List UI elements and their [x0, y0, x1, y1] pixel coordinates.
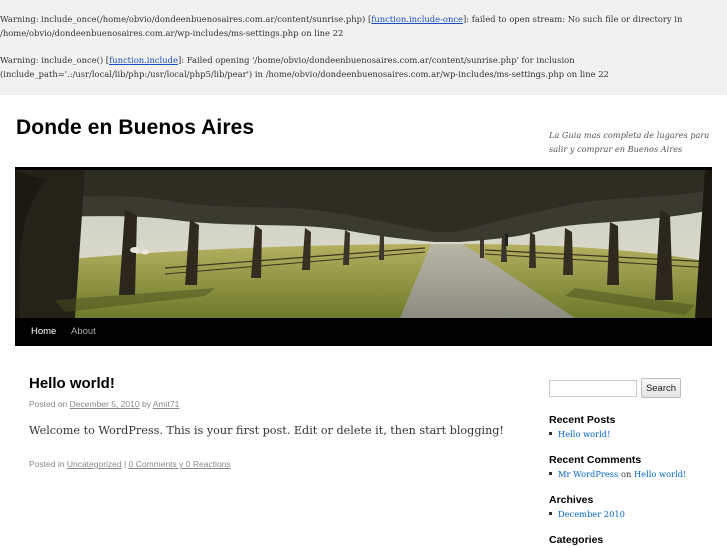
archive-link[interactable]: December 2010	[558, 509, 625, 519]
warning-function-link[interactable]: function.include-once	[371, 14, 463, 24]
recent-post-item: Hello world!	[549, 429, 610, 439]
post-author-link[interactable]: Amit71	[153, 399, 179, 409]
recent-posts-title: Recent Posts	[549, 414, 616, 426]
post-meta-by: by	[141, 399, 151, 409]
recent-comment-item: Mr WordPress on Hello world!	[549, 469, 686, 479]
search-input[interactable]	[549, 380, 637, 397]
recent-comments-title: Recent Comments	[549, 454, 642, 466]
php-warning-area: Warning: include_once(/home/obvio/dondee…	[0, 0, 727, 95]
post-content: Welcome to WordPress. This is your first…	[29, 424, 504, 437]
search-button[interactable]: Search	[641, 378, 681, 398]
bullet-icon	[549, 472, 552, 475]
bullet-icon	[549, 432, 552, 435]
comment-on-text: on	[620, 469, 632, 479]
site-description: La Guia mas completa de lugares para sal…	[549, 130, 710, 154]
php-warning-1-line2: /home/obvio/dondeenbuenosaires.com.ar/wp…	[0, 28, 344, 38]
nav-item-about[interactable]: About	[71, 318, 96, 346]
post-title[interactable]: Hello world!	[29, 375, 115, 392]
posted-in-label: Posted in	[29, 459, 65, 469]
warning-text: Warning: include_once(/home/obvio/dondee…	[0, 14, 372, 24]
recent-post-link[interactable]: Hello world!	[558, 429, 610, 439]
tree-avenue-photo	[15, 170, 712, 318]
post-footer: Posted in Uncategorized | 0 Comments y 0…	[29, 459, 231, 469]
php-warning-1: Warning: include_once(/home/obvio/dondee…	[0, 12, 682, 26]
comment-post-link[interactable]: Hello world!	[634, 469, 686, 479]
warning-text: ]: Failed opening '/home/obvio/dondeenbu…	[177, 55, 575, 65]
post-meta-label: Posted on	[29, 399, 68, 409]
comment-author-link[interactable]: Mr WordPress	[558, 469, 618, 479]
comments-link[interactable]: 0 Comments y 0 Reactions	[129, 459, 231, 469]
post-date-link[interactable]: December 5, 2010	[70, 399, 140, 409]
archives-title: Archives	[549, 494, 594, 506]
header-banner-image	[15, 167, 712, 318]
nav-item-home[interactable]: Home	[31, 318, 56, 346]
warning-function-link[interactable]: function.include	[109, 55, 178, 65]
category-link[interactable]: Uncategorized	[67, 459, 122, 469]
php-warning-2: Warning: include_once() [function.includ…	[0, 53, 575, 67]
warning-text: ]: failed to open stream: No such file o…	[463, 14, 683, 24]
site-title[interactable]: Donde en Buenos Aires	[16, 116, 254, 140]
categories-title: Categories	[549, 534, 604, 546]
archive-item: December 2010	[549, 509, 625, 519]
post-meta: Posted on December 5, 2010 by Amit71	[29, 399, 179, 409]
warning-text: Warning: include_once() [	[0, 55, 110, 65]
footer-separator: |	[124, 459, 127, 469]
php-warning-2-line2: (include_path='.:/usr/local/lib/php:/usr…	[0, 69, 609, 79]
main-navigation: Home About	[15, 318, 712, 346]
bullet-icon	[549, 512, 552, 515]
